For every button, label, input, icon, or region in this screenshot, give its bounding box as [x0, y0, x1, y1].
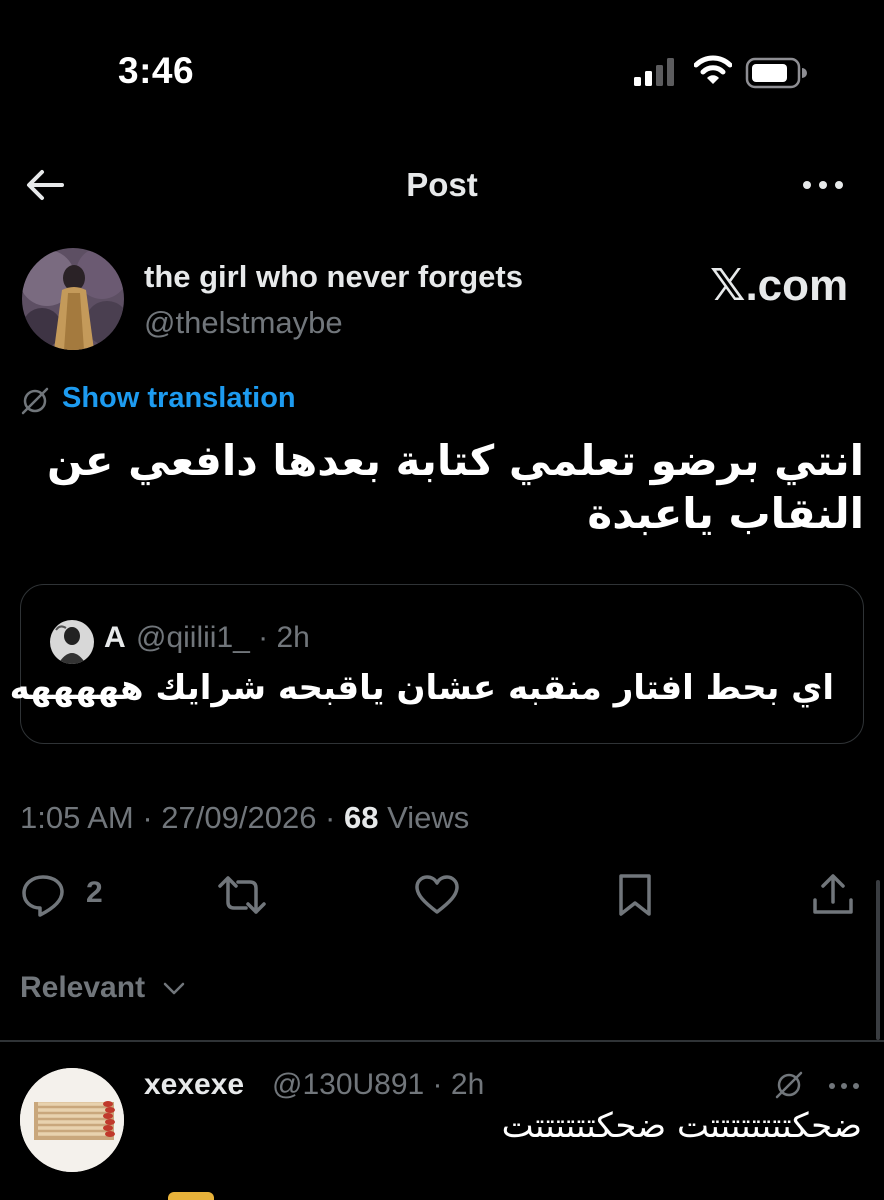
watermark: 𝕏.com	[710, 261, 849, 310]
quote-text: اي بحط افتار منقبه عشان ياقبحه شرايك ههه…	[9, 668, 834, 708]
retweet-icon[interactable]	[216, 872, 268, 918]
reply-text: ضحكتتتتتتتتت ضحكتتتتتتت	[501, 1106, 862, 1146]
more-horizontal-icon[interactable]	[828, 1078, 860, 1094]
author-avatar[interactable]	[22, 248, 124, 350]
views-count: 68	[344, 800, 379, 835]
divider	[0, 1040, 884, 1042]
reply-icon[interactable]	[20, 872, 66, 918]
show-translation-link[interactable]: Show translation	[62, 382, 296, 415]
reply-author-handle[interactable]: @130U891 · 2h	[272, 1068, 484, 1102]
status-time: 3:46	[118, 50, 195, 91]
views-label: Views	[378, 800, 470, 835]
author-handle[interactable]: @thelstmaybe	[144, 305, 343, 341]
scrollbar[interactable]	[876, 880, 880, 1040]
battery-icon	[745, 57, 807, 89]
globe-slash-icon	[21, 387, 49, 415]
quoted-post-card[interactable]	[20, 584, 864, 744]
sort-dropdown-label[interactable]: Relevant	[20, 971, 145, 1005]
more-horizontal-icon[interactable]	[800, 170, 846, 200]
author-name[interactable]: the girl who never forgets	[144, 259, 523, 295]
page-title: Post	[406, 166, 478, 203]
post-timestamp: 1:05 AM · 27/09/2026 · 68 Views	[20, 800, 469, 836]
wifi-icon	[694, 55, 732, 84]
cellular-signal-icon	[634, 58, 674, 86]
quote-author-name: A	[104, 621, 126, 654]
globe-slash-icon[interactable]	[774, 1070, 804, 1100]
heart-icon[interactable]	[414, 872, 460, 918]
reply-author-name[interactable]: xexexe	[144, 1068, 244, 1102]
reply-count: 2	[86, 876, 103, 909]
bookmark-icon[interactable]	[612, 872, 658, 918]
quote-author-handle: @qiilii1_ · 2h	[136, 621, 310, 654]
emoji-image-peek	[168, 1192, 214, 1200]
post-time-date: 1:05 AM · 27/09/2026 ·	[20, 800, 344, 835]
post-text: انتي برضو تعلمي كتابة بعدها دافعي عن الن…	[47, 436, 864, 538]
reply-avatar[interactable]	[20, 1068, 124, 1172]
chevron-down-icon[interactable]	[162, 978, 186, 998]
share-icon[interactable]	[810, 872, 856, 918]
quote-avatar	[50, 620, 94, 664]
